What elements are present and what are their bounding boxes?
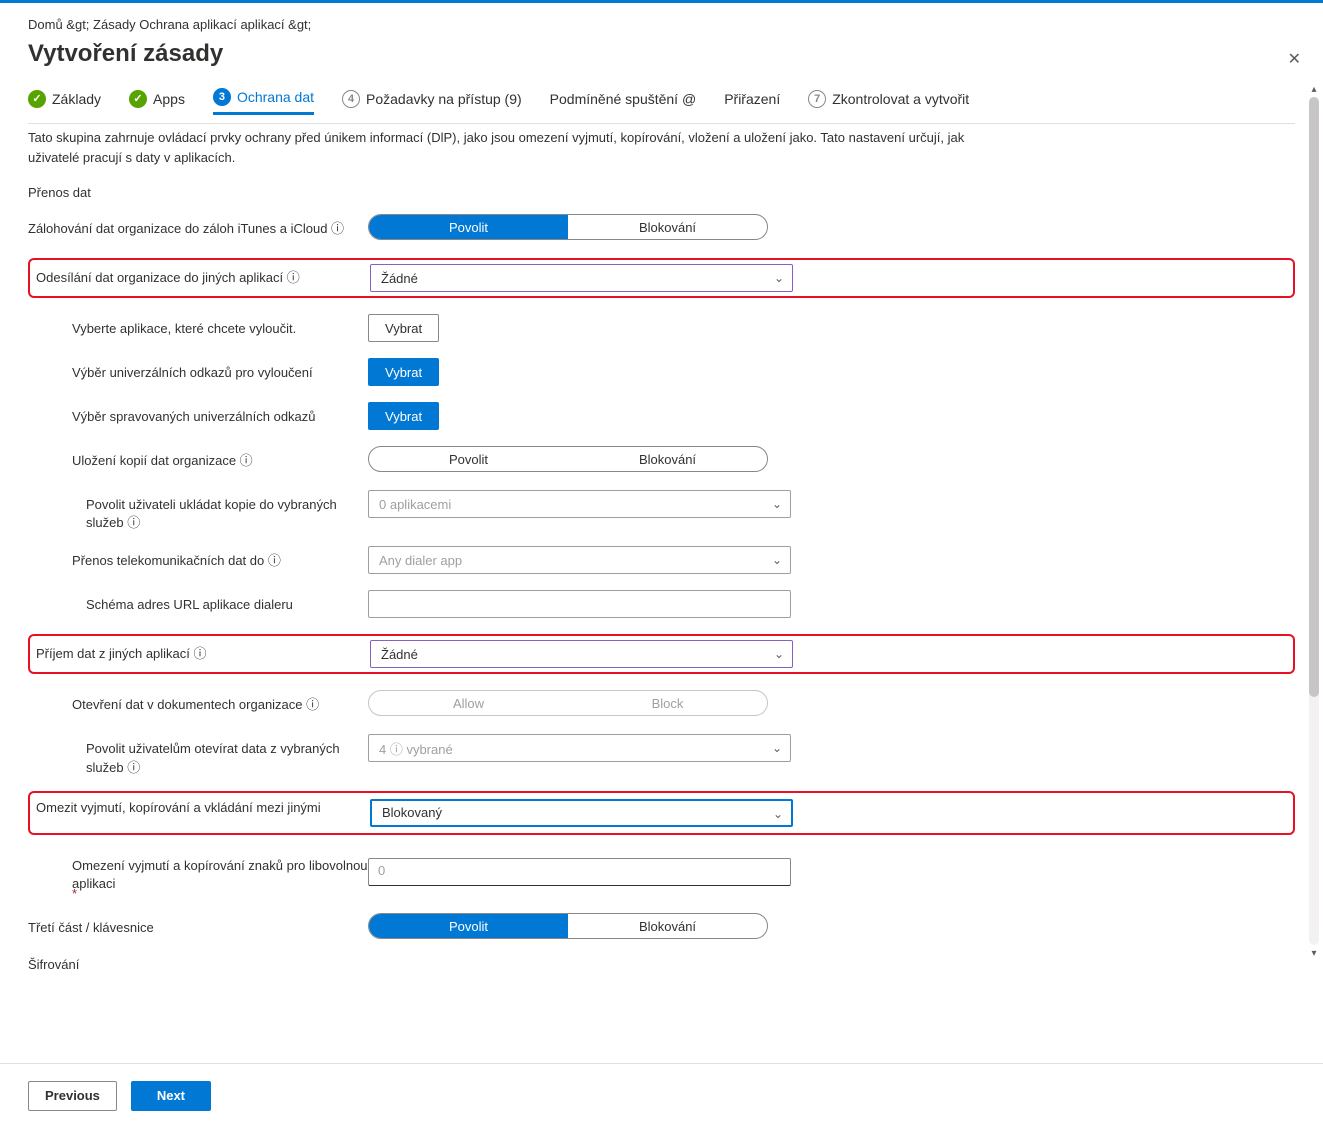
close-icon[interactable]: ✕ <box>1288 49 1301 69</box>
tab-apps-label: Apps <box>153 91 185 107</box>
tab-data-protection-label: Ochrana dat <box>237 89 314 105</box>
select-send-org-data[interactable]: Žádné ⌄ <box>370 264 793 292</box>
managed-universal-links-button[interactable]: Vybrat <box>368 402 439 430</box>
select-send-org-data-value: Žádné <box>381 271 418 286</box>
tab-review-create[interactable]: 7 Zkontrolovat a vytvořit <box>808 90 969 114</box>
select-receive-data[interactable]: Žádné ⌄ <box>370 640 793 668</box>
toggle-open-allow[interactable]: Allow <box>369 691 568 715</box>
select-receive-value: Žádné <box>381 647 418 662</box>
tab-access-label: Požadavky na přístup (9) <box>366 91 522 107</box>
chevron-down-icon: ⌄ <box>772 497 782 511</box>
toggle-3pkbd-block[interactable]: Blokování <box>568 914 767 938</box>
tab-review-label: Zkontrolovat a vytvořit <box>832 91 969 107</box>
next-button[interactable]: Next <box>131 1081 211 1111</box>
toggle-save-copies-block[interactable]: Blokování <box>568 447 767 471</box>
check-icon: ✓ <box>28 90 46 108</box>
breadcrumb-home[interactable]: Domů &gt; <box>28 17 89 32</box>
scrollbar-thumb[interactable] <box>1309 97 1319 697</box>
chevron-down-icon: ⌄ <box>772 553 782 567</box>
tab-apps[interactable]: ✓ Apps <box>129 90 185 114</box>
label-char-limit: Omezení vyjmutí a kopírování znaků pro l… <box>28 851 368 893</box>
label-open-org-documents: Otevření dat v dokumentech organizace ⓘ <box>28 690 368 714</box>
check-icon: ✓ <box>129 90 147 108</box>
select-restrict-ccp-value: Blokovaný <box>382 805 442 820</box>
label-third-party-keyboard: Třetí část / klávesnice <box>28 913 368 937</box>
label-backup-itunes-icloud: Zálohování dat organizace do záloh iTune… <box>28 214 368 238</box>
highlight-restrict-ccp: Omezit vyjmutí, kopírování a vkládání me… <box>28 791 1295 835</box>
select-allow-open-value: 4 ⓘ vybrané <box>379 739 453 758</box>
toggle-save-copies-allow[interactable]: Povolit <box>369 447 568 471</box>
label-dialer-url-scheme: Schéma adres URL aplikace dialeru <box>28 590 368 614</box>
select-allow-save-value: 0 aplikacemi <box>379 497 451 512</box>
toggle-backup[interactable]: Povolit Blokování <box>368 214 768 240</box>
tab-access-requirements[interactable]: 4 Požadavky na přístup (9) <box>342 90 522 114</box>
toggle-open-org-documents[interactable]: Allow Block <box>368 690 768 716</box>
select-telecom-data[interactable]: Any dialer app ⌄ <box>368 546 791 574</box>
wizard-footer: Previous Next <box>0 1063 1323 1127</box>
section-heading-transfer: Přenos dat <box>28 185 1295 200</box>
tab-conditional-launch[interactable]: Podmíněné spuštění @ <box>550 91 697 113</box>
tab-assignments[interactable]: Přiřazení <box>724 91 780 113</box>
step-number-badge: 4 <box>342 90 360 108</box>
required-star: * <box>72 885 77 903</box>
select-apps-exclude-button[interactable]: Vybrat <box>368 314 439 342</box>
input-dialer-url-scheme[interactable] <box>368 590 791 618</box>
chevron-down-icon: ⌄ <box>774 647 784 661</box>
scrollbar-up-icon[interactable]: ▴ <box>1309 83 1319 95</box>
label-char-limit-text: Omezení vyjmutí a kopírování znaků pro l… <box>72 858 368 891</box>
label-universal-links-exclude: Výběr univerzálních odkazů pro vyloučení <box>28 358 368 382</box>
breadcrumb-policies[interactable]: Zásady Ochrana aplikací aplikací &gt; <box>93 17 311 32</box>
tab-data-protection[interactable]: 3 Ochrana dat <box>213 88 314 115</box>
breadcrumb: Domů &gt; Zásady Ochrana aplikací aplika… <box>28 17 1295 32</box>
toggle-open-block[interactable]: Block <box>568 691 767 715</box>
toggle-backup-allow[interactable]: Povolit <box>369 215 568 239</box>
toggle-third-party-keyboard[interactable]: Povolit Blokování <box>368 913 768 939</box>
label-allow-save-services: Povolit uživateli ukládat kopie do vybra… <box>28 490 368 532</box>
wizard-tabs: ✓ Základy ✓ Apps 3 Ochrana dat 4 Požadav… <box>28 88 1295 115</box>
scrollbar-down-icon[interactable]: ▾ <box>1309 947 1319 959</box>
section-heading-encryption: Šifrování <box>28 957 1295 972</box>
select-restrict-ccp[interactable]: Blokovaný ⌄ <box>370 799 793 827</box>
page-title: Vytvoření zásady <box>28 40 1295 68</box>
label-telecom-data: Přenos telekomunikačních dat do ⓘ <box>28 546 368 570</box>
chevron-down-icon: ⌄ <box>773 807 783 821</box>
chevron-down-icon: ⌄ <box>772 741 782 755</box>
highlight-send-org-data: Odesílání dat organizace do jiných aplik… <box>28 258 1295 298</box>
section-description: Tato skupina zahrnuje ovládací prvky och… <box>28 128 968 167</box>
select-allow-save-services[interactable]: 0 aplikacemi ⌄ <box>368 490 791 518</box>
tab-assign-label: Přiřazení <box>724 91 780 107</box>
scrollbar[interactable]: ▴ ▾ <box>1309 97 1319 945</box>
tab-basics[interactable]: ✓ Základy <box>28 90 101 114</box>
tab-basics-label: Základy <box>52 91 101 107</box>
label-allow-open-services: Povolit uživatelům otevírat data z vybra… <box>28 734 368 776</box>
select-telecom-value: Any dialer app <box>379 553 462 568</box>
step-number-badge: 3 <box>213 88 231 106</box>
label-select-apps-exclude: Vyberte aplikace, které chcete vyloučit. <box>28 314 368 338</box>
input-char-limit[interactable] <box>368 858 791 886</box>
toggle-3pkbd-allow[interactable]: Povolit <box>369 914 568 938</box>
tab-conditional-label: Podmíněné spuštění @ <box>550 91 697 107</box>
chevron-down-icon: ⌄ <box>774 271 784 285</box>
label-save-copies: Uložení kopií dat organizace ⓘ <box>28 446 368 470</box>
universal-links-exclude-button[interactable]: Vybrat <box>368 358 439 386</box>
step-number-badge: 7 <box>808 90 826 108</box>
divider <box>28 123 1295 124</box>
highlight-receive-data: Příjem dat z jiných aplikací ⓘ Žádné ⌄ <box>28 634 1295 674</box>
toggle-save-copies[interactable]: Povolit Blokování <box>368 446 768 472</box>
toggle-backup-block[interactable]: Blokování <box>568 215 767 239</box>
label-managed-universal-links: Výběr spravovaných univerzálních odkazů <box>28 402 368 426</box>
select-allow-open-services[interactable]: 4 ⓘ vybrané ⌄ <box>368 734 791 762</box>
previous-button[interactable]: Previous <box>28 1081 117 1111</box>
